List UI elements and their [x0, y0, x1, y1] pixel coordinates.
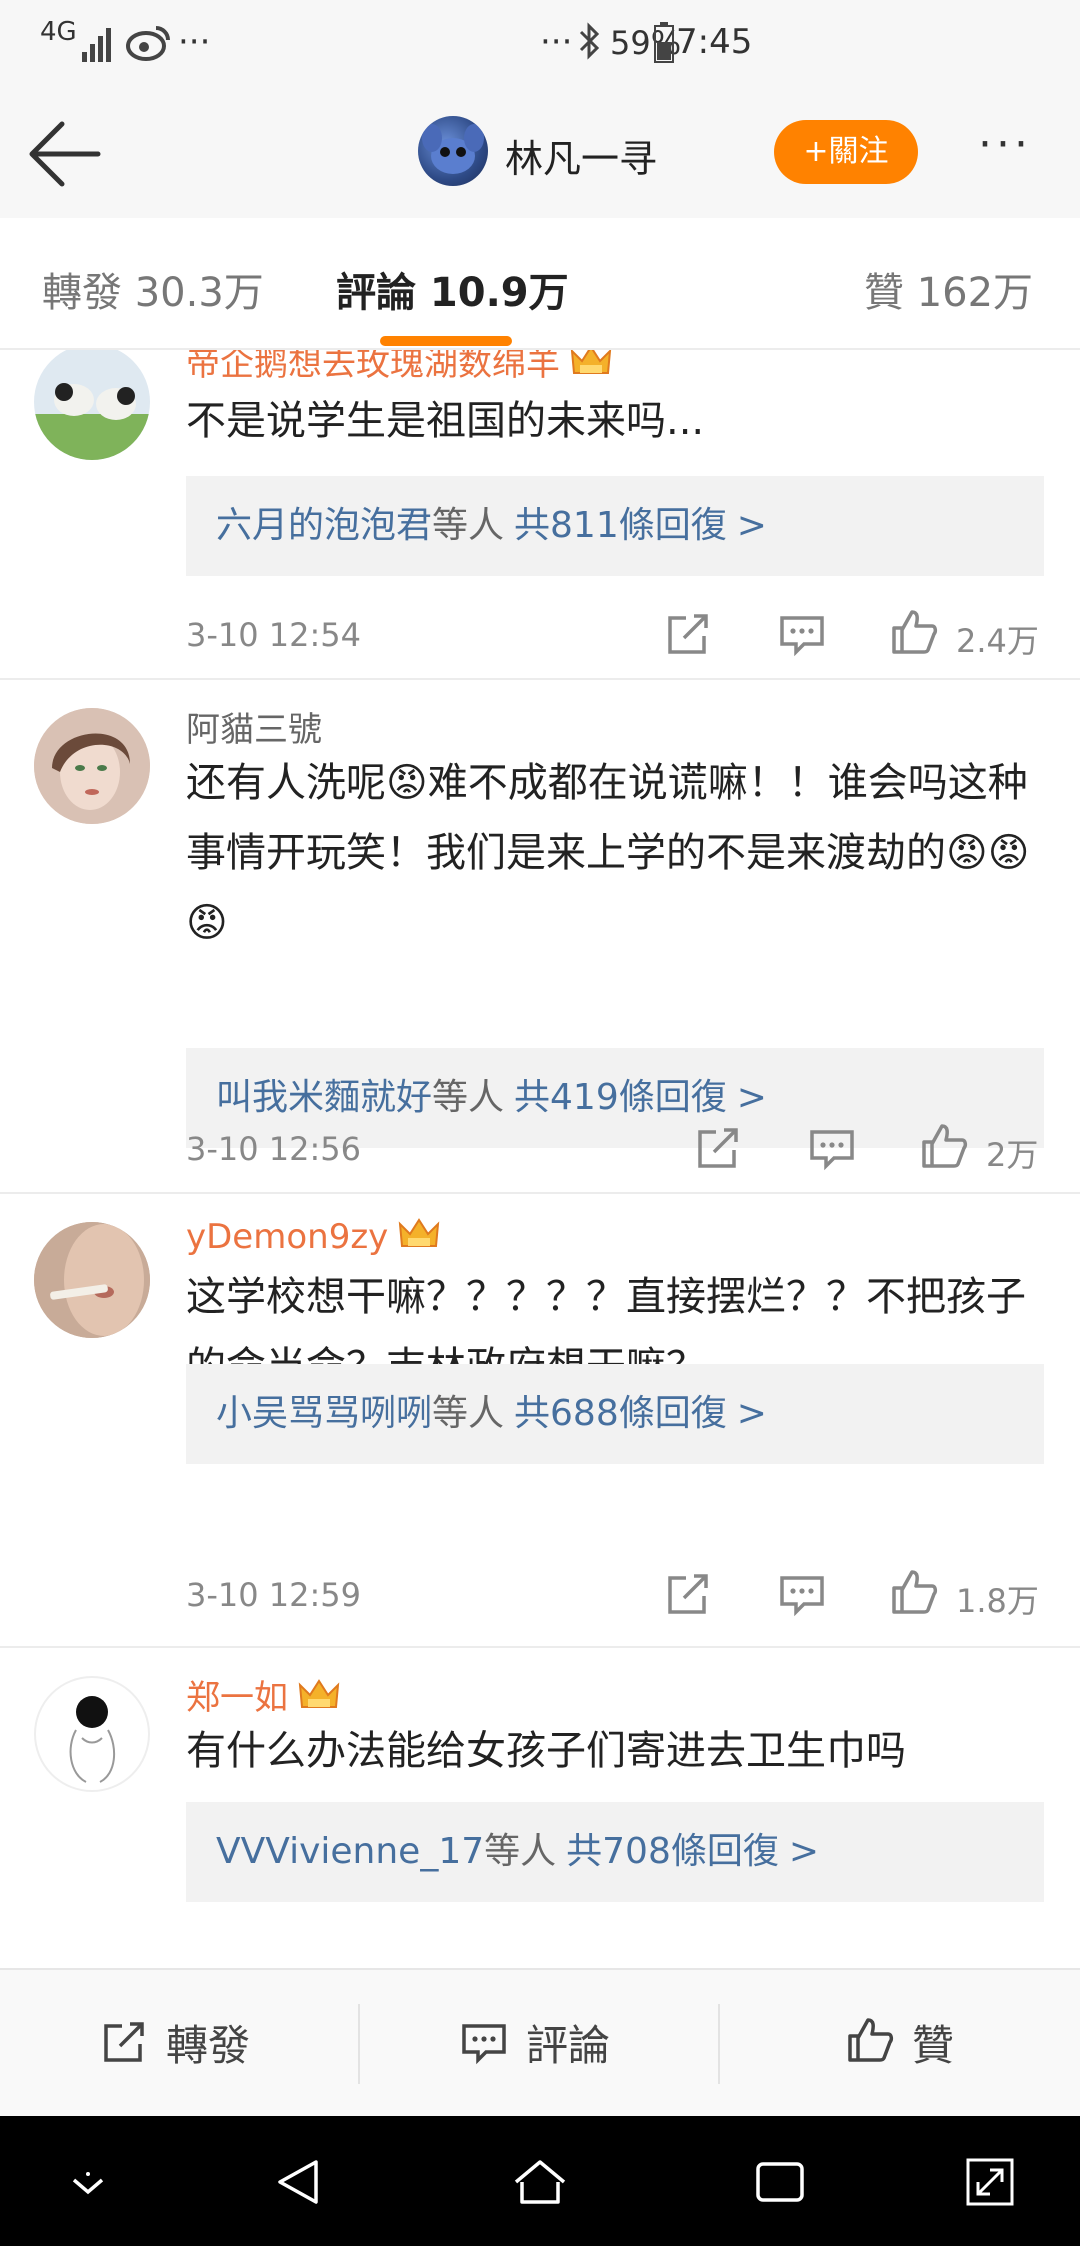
reply-others: 等人 — [432, 1077, 505, 1118]
replies-summary[interactable]: VVVivienne_17等人 共708條回復 > — [186, 1802, 1044, 1902]
status-more-left: ··· — [178, 22, 211, 62]
reply-count-link[interactable]: 共708條回復 — [566, 1831, 779, 1872]
like-thumb-icon[interactable] — [920, 1122, 968, 1170]
reply-others: 等人 — [432, 505, 505, 546]
reply-others: 等人 — [484, 1831, 557, 1872]
comment-list[interactable]: 帝企鹅想去玫瑰湖数绵羊 不是说学生是祖国的未来吗... 六月的泡泡君等人 共811… — [0, 350, 1080, 1970]
chevron-right-icon: > — [788, 1831, 820, 1872]
author-avatar-image — [422, 124, 484, 174]
sheep-avatar-image — [34, 383, 150, 460]
network-indicator: 4G — [40, 17, 77, 47]
reply-others: 等人 — [432, 1393, 505, 1434]
comment-text: 还有人洗呢😡难不成都在说谎嘛！！谁会吗这种事情开玩笑！我们是来上学的不是来渡劫的… — [186, 760, 1030, 946]
home-icon[interactable] — [510, 2152, 570, 2212]
replies-summary[interactable]: 六月的泡泡君等人 共811條回復 > — [186, 476, 1044, 576]
expand-icon[interactable] — [960, 2152, 1020, 2212]
active-tab-indicator — [380, 336, 512, 346]
more-options-button[interactable]: ··· — [978, 123, 1048, 170]
commenter-avatar[interactable] — [34, 708, 150, 824]
divider — [718, 2004, 720, 2084]
like-thumb-icon[interactable] — [890, 1568, 938, 1616]
comment-icon[interactable] — [808, 1124, 856, 1172]
reply-user-link[interactable]: VVVivienne_17 — [216, 1831, 484, 1872]
comment-icon[interactable] — [778, 610, 826, 658]
chevron-right-icon: > — [736, 505, 767, 546]
like-button[interactable]: 贊 — [912, 2012, 954, 2073]
like-thumb-icon[interactable] — [846, 2016, 894, 2064]
top-header: 林凡一寻 +關注 ··· — [0, 90, 1080, 220]
reply-user-link[interactable]: 叫我米麵就好 — [216, 1077, 432, 1118]
recent-apps-icon[interactable] — [750, 2152, 810, 2212]
repost-button[interactable]: 轉發 — [166, 2012, 250, 2073]
commenter-name[interactable]: 阿貓三號 — [186, 702, 322, 751]
ink-drawing-avatar-image — [69, 1696, 116, 1783]
comment-text: 不是说学生是祖国的未来吗... — [186, 398, 705, 444]
face-closeup-avatar-image — [34, 1222, 150, 1338]
reply-count-link[interactable]: 共811條回復 — [514, 505, 727, 546]
vip-crown-icon — [399, 1218, 440, 1247]
follow-button[interactable]: +關注 — [774, 120, 918, 184]
chevron-down-icon[interactable] — [58, 2152, 118, 2212]
commenter-avatar[interactable] — [34, 350, 150, 460]
reply-user-link[interactable]: 小吴骂骂咧咧 — [216, 1393, 432, 1434]
author-avatar[interactable] — [418, 116, 488, 186]
status-more-right: ··· — [540, 22, 573, 62]
commenter-name[interactable]: yDemon9zy — [186, 1216, 440, 1257]
comment-item: 阿貓三號 还有人洗呢😡难不成都在说谎嘛！！谁会吗这种事情开玩笑！我们是来上学的不… — [0, 678, 1080, 1194]
chevron-right-icon: > — [736, 1077, 767, 1118]
back-arrow-icon[interactable] — [26, 116, 106, 192]
like-count: 1.8万 — [956, 1582, 1039, 1620]
detail-tabs: 轉發 30.3万 評論 10.9万 贊 162万 — [0, 218, 1080, 350]
battery-icon — [654, 22, 674, 63]
comment-timestamp: 3-10 12:54 — [186, 616, 362, 654]
clock: 7:45 — [676, 22, 753, 62]
like-thumb-icon[interactable] — [890, 608, 938, 656]
comment-button[interactable]: 評論 — [526, 2012, 610, 2073]
repost-icon[interactable] — [664, 1570, 712, 1618]
weibo-icon — [126, 26, 170, 61]
repost-icon[interactable] — [694, 1124, 742, 1172]
tab-comments[interactable]: 評論 10.9万 — [336, 260, 569, 318]
comment-timestamp: 3-10 12:56 — [186, 1130, 362, 1168]
comment-timestamp: 3-10 12:59 — [186, 1576, 362, 1614]
status-bar: 4G ··· ··· 59% 7:45 — [0, 0, 1080, 90]
divider — [358, 2004, 360, 2084]
back-triangle-icon[interactable] — [270, 2152, 330, 2212]
commenter-name[interactable]: 帝企鹅想去玫瑰湖数绵羊 — [186, 350, 612, 385]
like-count: 2万 — [986, 1136, 1039, 1174]
comment-item: 帝企鹅想去玫瑰湖数绵羊 不是说学生是祖国的未来吗... 六月的泡泡君等人 共811… — [0, 350, 1080, 680]
comment-item: 郑一如 有什么办法能给女孩子们寄进去卫生巾吗 VVVivienne_17等人 共7… — [0, 1646, 1080, 1970]
commenter-avatar[interactable] — [34, 1222, 150, 1338]
system-navigation-bar — [0, 2116, 1080, 2246]
comment-item: yDemon9zy 这学校想干嘛？？？？？直接摆烂？？不把孩子的命当命？吉林政府… — [0, 1192, 1080, 1648]
repost-icon[interactable] — [100, 2018, 148, 2066]
commenter-name[interactable]: 郑一如 — [186, 1670, 340, 1719]
reply-count-link[interactable]: 共419條回復 — [514, 1077, 727, 1118]
signal-icon — [82, 28, 111, 62]
bottom-action-bar: 轉發 評論 贊 — [0, 1968, 1080, 2118]
replies-summary[interactable]: 小吴骂骂咧咧等人 共688條回復 > — [186, 1364, 1044, 1464]
girl-portrait-avatar-image — [34, 708, 150, 824]
chevron-right-icon: > — [736, 1393, 767, 1434]
like-count: 2.4万 — [956, 622, 1039, 660]
comment-icon[interactable] — [460, 2018, 508, 2066]
author-name[interactable]: 林凡一寻 — [505, 128, 657, 183]
vip-crown-icon — [298, 1679, 340, 1708]
commenter-avatar[interactable] — [34, 1676, 150, 1792]
reply-count-link[interactable]: 共688條回復 — [514, 1393, 727, 1434]
tab-reposts[interactable]: 轉發 30.3万 — [42, 260, 264, 318]
repost-icon[interactable] — [664, 610, 712, 658]
tab-likes[interactable]: 贊 162万 — [864, 260, 1033, 318]
reply-user-link[interactable]: 六月的泡泡君 — [216, 505, 432, 546]
vip-crown-icon — [570, 350, 612, 374]
bluetooth-icon — [579, 22, 600, 60]
comment-text: 有什么办法能给女孩子们寄进去卫生巾吗 — [186, 1728, 906, 1774]
comment-icon[interactable] — [778, 1570, 826, 1618]
